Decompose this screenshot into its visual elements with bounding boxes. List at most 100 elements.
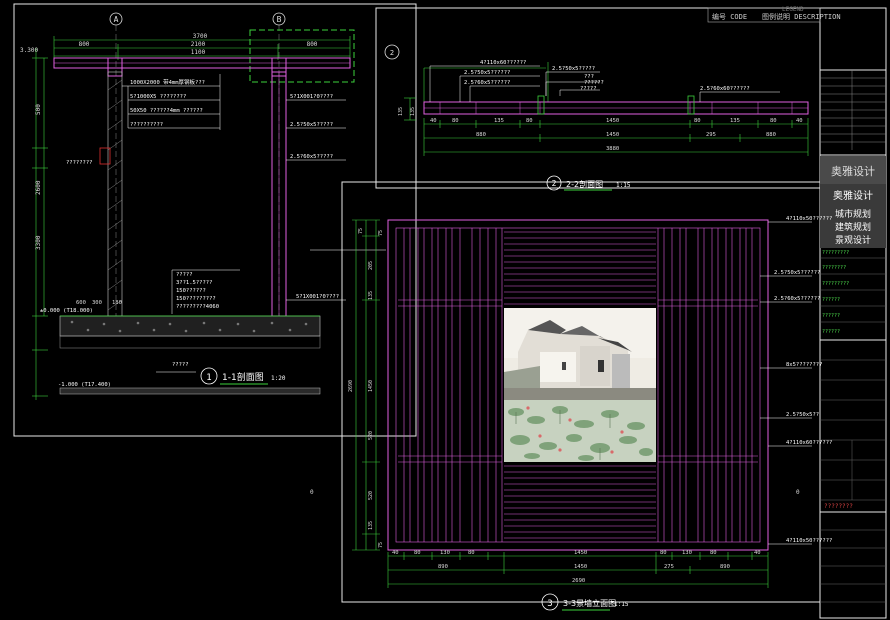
s2-note-8: 2.5?60x60?????? <box>700 86 750 92</box>
grid-label-a: A <box>114 15 119 24</box>
s2-dim-3: 135 <box>494 118 504 124</box>
e3-note-5: 2.5?50x5?? <box>786 412 819 418</box>
e3-mark-right: 0 <box>796 489 800 496</box>
title-1: 1-1剖面图 <box>222 371 264 383</box>
note-base-3: 150?????? <box>176 288 206 294</box>
e3-left-dim-9: 75 <box>378 542 384 548</box>
title-note-5: ?????? <box>822 313 840 319</box>
dim-level-top: 3.300 <box>20 47 38 54</box>
title-note-1: ????????? <box>822 250 849 256</box>
s2-note-7: ????? <box>580 86 597 92</box>
service-1: 城市规划 <box>835 208 871 220</box>
title-note-6: ?????? <box>822 329 840 335</box>
service-2: 建筑规划 <box>835 221 871 233</box>
section-2-2: 4?110x60?????? 2.5?50x5?????? 2.5?60x5??… <box>398 60 809 191</box>
e3-mark-left: 0 <box>310 489 314 496</box>
e3-dim-4: 80 <box>468 550 475 556</box>
title-block: 编号 CODE 图例说明 DESCRIPTION LEGEND 奥雅设计 奥雅设… <box>707 6 886 603</box>
scale-3: 1:15 <box>614 601 629 608</box>
legend-code: 编号 CODE <box>712 12 747 21</box>
grid-label-b: B <box>277 15 282 24</box>
e3-dim-9: 40 <box>754 550 761 556</box>
e3-dim-3: 130 <box>440 550 450 556</box>
note-right-4: 5?1X001?0???? <box>296 294 339 300</box>
e3-left-dim-1: 75 <box>358 228 364 234</box>
s2-note-6: ??? <box>584 74 594 80</box>
legend-description: 图例说明 DESCRIPTION <box>762 12 841 21</box>
e3-dim-1: 40 <box>392 550 399 556</box>
e3-left-dim-4: 75 <box>378 230 384 236</box>
title-2: 2-2剖面图 <box>566 179 603 189</box>
s2-dim-total: 3880 <box>606 146 619 152</box>
note-left-4: ?????????? <box>130 122 163 128</box>
note-base-4: 150????????? <box>176 296 216 302</box>
s2-note-2: 2.5?50x5?????? <box>464 70 510 76</box>
firm-name: 奥雅设计 <box>833 189 873 202</box>
dim-top-left: 800 <box>79 41 90 48</box>
dim-top-total: 3700 <box>193 33 208 40</box>
project-label: ???????? <box>824 503 853 510</box>
e3-left-total: 2690 <box>348 380 354 392</box>
title-note-3: ????????? <box>822 281 849 287</box>
base-dim-3: 180 <box>112 300 122 306</box>
note-base-1: ????? <box>176 272 193 278</box>
detail-sheet-no: 2 <box>390 49 394 57</box>
note-left-1: 1000X2000 带4mm厚钢板??? <box>130 78 205 86</box>
dim-top-mid: 2100 <box>191 41 206 48</box>
s2-note-3: 2.5?60x5?????? <box>464 80 510 86</box>
s2-dim-row2-1: 880 <box>476 132 486 138</box>
dim-left-3: 3300 <box>35 235 42 250</box>
title-note-4: ?????? <box>822 297 840 303</box>
scale-1: 1:20 <box>271 375 286 382</box>
note-right-1: 5?1X001?0???? <box>290 94 333 100</box>
ground-level: ±0.000 (T18.000) <box>40 308 93 314</box>
note-right-3: 2.5?60x5????? <box>290 154 333 160</box>
s2-dim-row2-3: 295 <box>706 132 716 138</box>
s2-dim-8: 80 <box>770 118 777 124</box>
e3-left-dim-8: 135 <box>368 521 374 530</box>
e3-dim-row2-2: 1450 <box>574 564 587 570</box>
e3-left-dim-6: 520 <box>368 431 374 440</box>
e3-dim-row2-4: 890 <box>720 564 730 570</box>
firm-logo: 奥雅设计 <box>831 164 875 178</box>
title-number-3: 3 <box>547 599 552 609</box>
dim-left-2: 500 <box>35 104 42 115</box>
e3-note-2: 2.5?50x5?????? <box>774 270 820 276</box>
title-number-2: 2 <box>552 179 557 188</box>
e3-dim-7: 130 <box>682 550 692 556</box>
base-dim-2: 300 <box>92 300 102 306</box>
cad-drawing-canvas[interactable]: 编号 CODE 图例说明 DESCRIPTION LEGEND 奥雅设计 奥雅设… <box>0 0 890 620</box>
s2-dim-1: 40 <box>430 118 437 124</box>
note-mid: ???????? <box>66 160 93 166</box>
e3-dim-8: 80 <box>710 550 717 556</box>
s2-note-5: 2.5?50x5????? <box>552 66 595 72</box>
s2-dim-row2-2: 1450 <box>606 132 619 138</box>
service-3: 景观设计 <box>835 234 871 246</box>
e3-left-dim-2: 205 <box>368 261 374 270</box>
s2-note-1: 4?110x60?????? <box>480 60 526 66</box>
e3-dim-row2-1: 890 <box>438 564 448 570</box>
title-note-2: ???????? <box>822 265 846 271</box>
e3-note-1: 4?110x50?????? <box>786 216 832 222</box>
s2-dim-6: 80 <box>694 118 701 124</box>
dim-top-sub: 1100 <box>191 49 206 56</box>
s2-dim-2: 80 <box>452 118 459 124</box>
e3-note-6: 4?110x60?????? <box>786 440 832 446</box>
title-3: 3-3景墙立面图 <box>563 598 616 608</box>
e3-left-dim-7: 520 <box>368 491 374 500</box>
e3-dim-total: 2690 <box>572 578 585 584</box>
dim-left-1: 2600 <box>35 180 42 195</box>
e3-left-dim-3: 135 <box>368 291 374 300</box>
s2-left-dim-2: 135 <box>410 107 416 116</box>
elevation-3-3: 4?110x50?????? 2.5?50x5?????? 2.5?60x5??… <box>310 216 832 611</box>
e3-left-dim-5: 1450 <box>368 380 374 392</box>
s2-dim-4: 80 <box>526 118 533 124</box>
lower-level: -1.000 (T17.400) <box>58 382 111 388</box>
note-base-5: ?????????4060 <box>176 304 219 310</box>
s2-dim-9: 40 <box>796 118 803 124</box>
s2-dim-7: 135 <box>730 118 740 124</box>
note-base-2: 3??1.5????? <box>176 280 212 286</box>
e3-dim-row2-3: 275 <box>664 564 674 570</box>
title-number-1: 1 <box>206 373 211 383</box>
e3-dim-6: 80 <box>660 550 667 556</box>
